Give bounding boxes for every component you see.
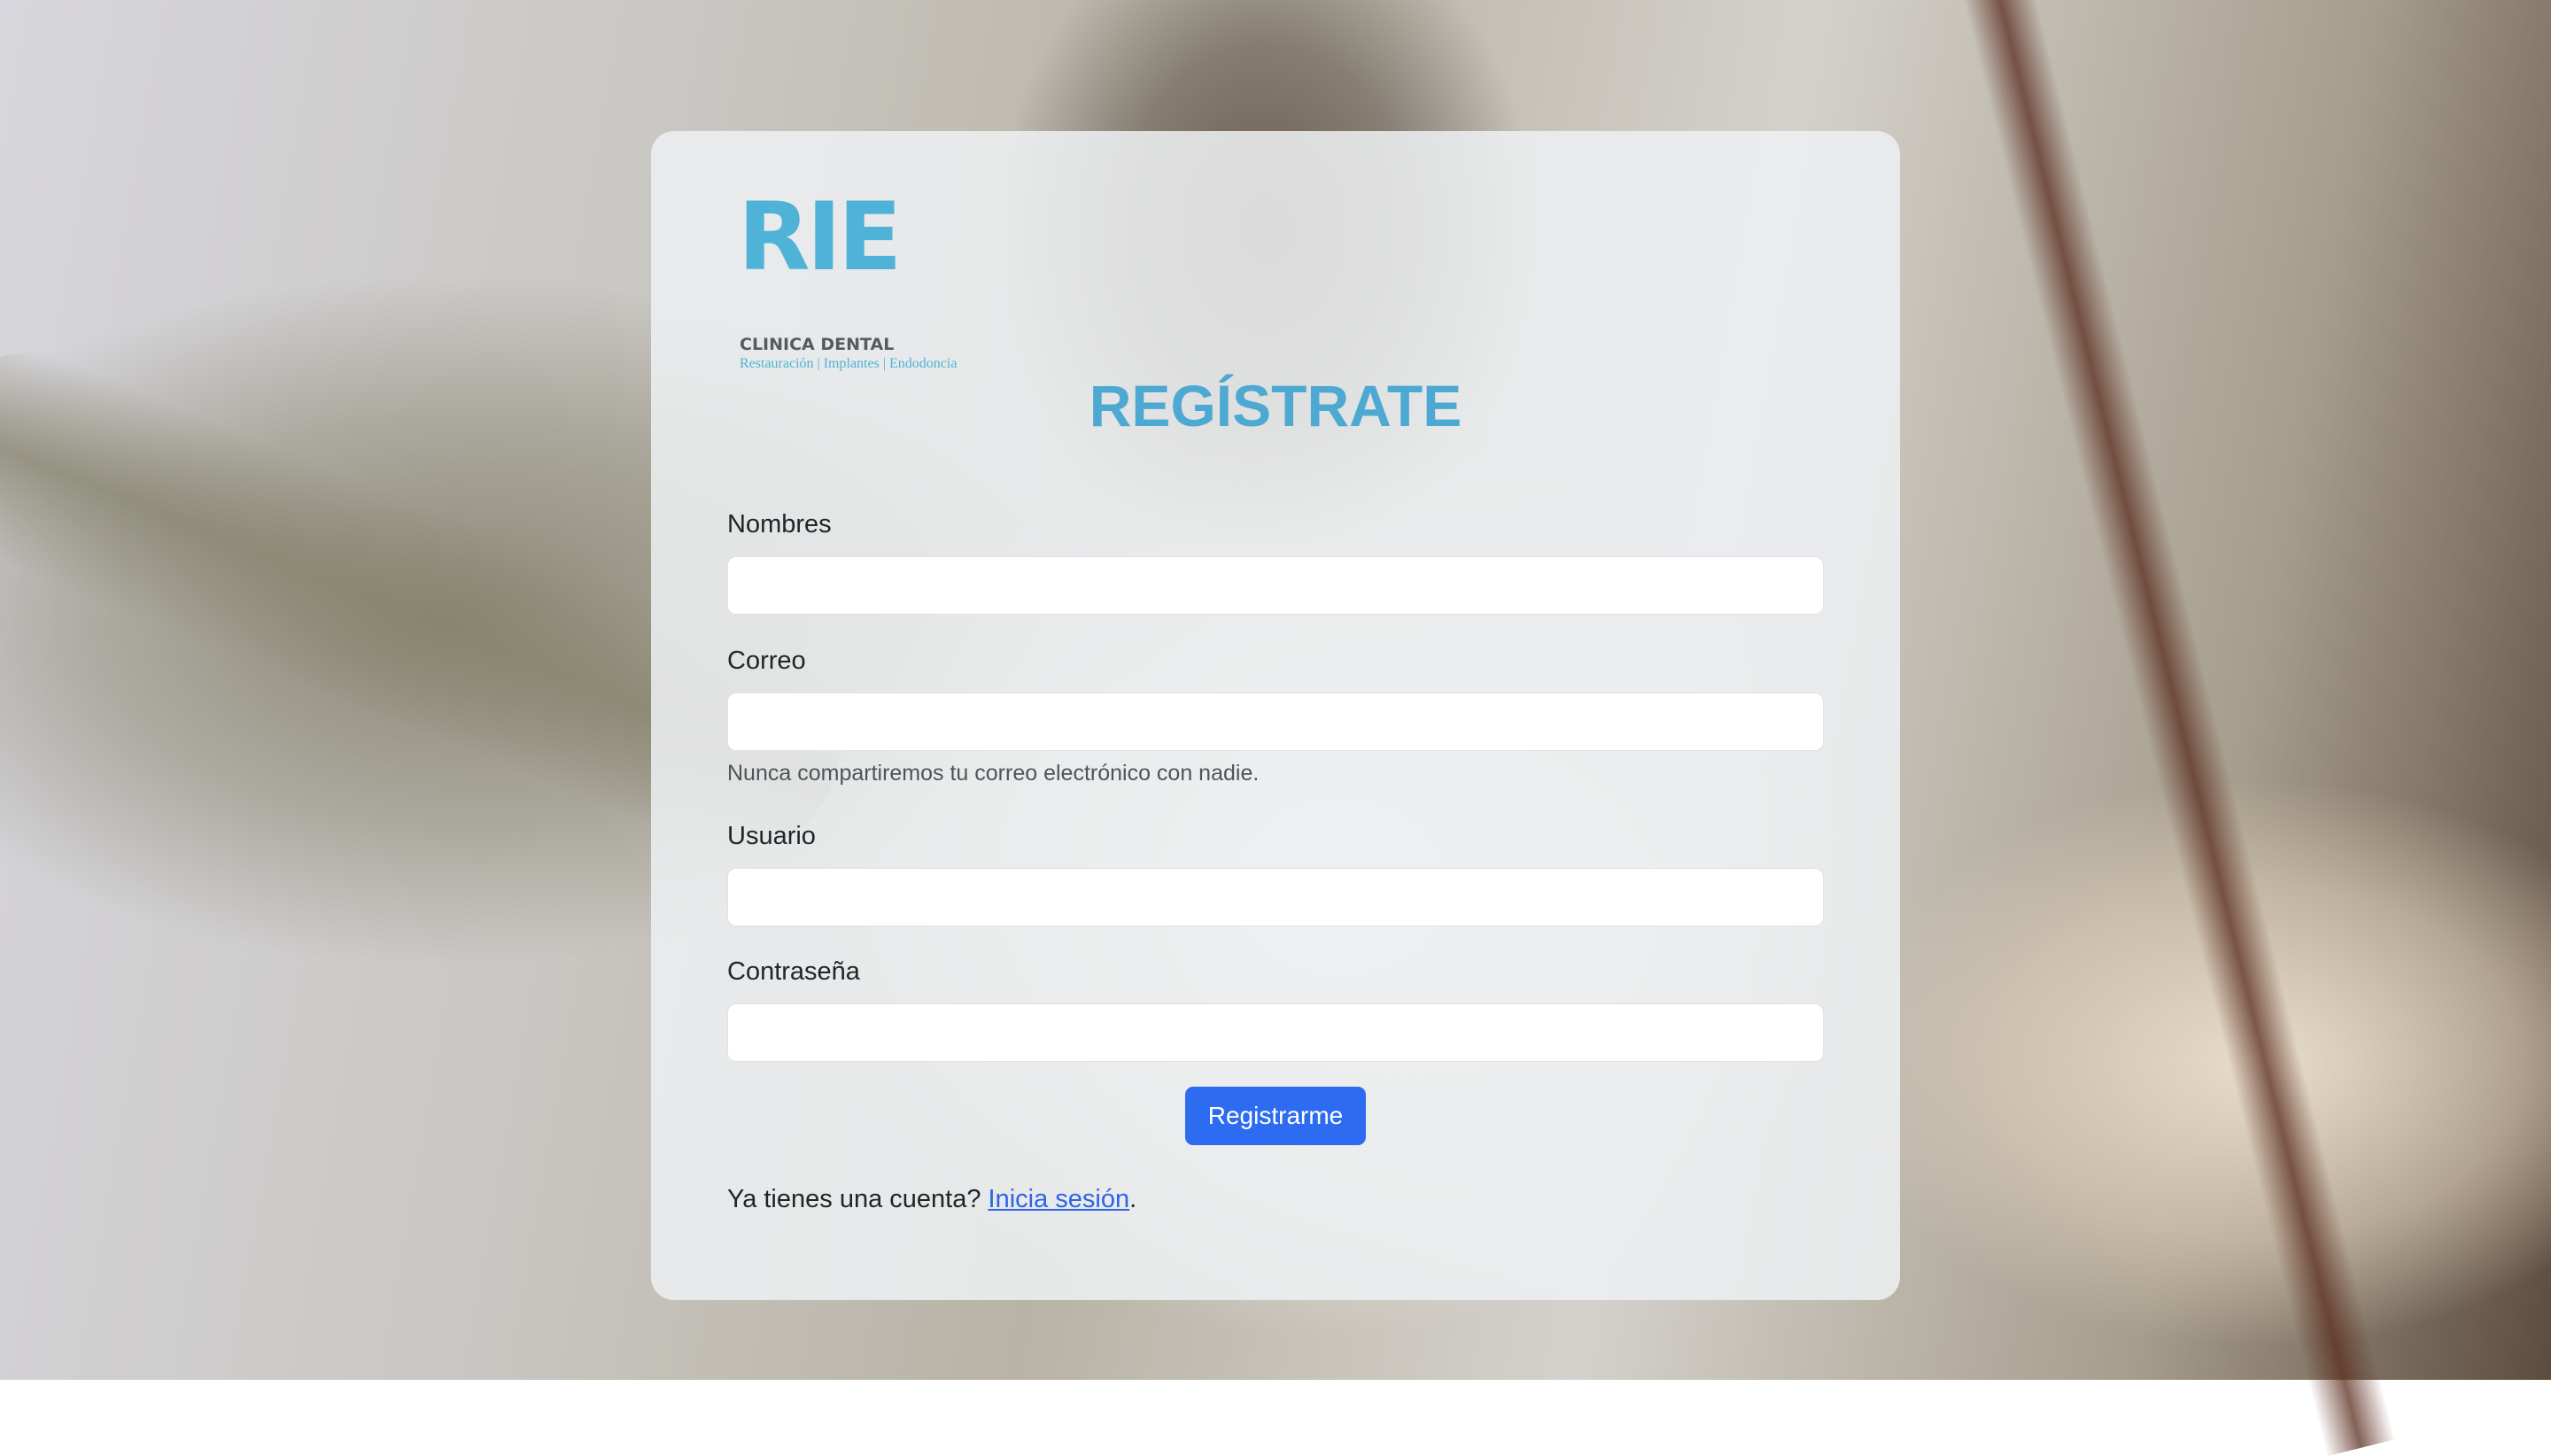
- register-card: RIE CLINICA DENTAL Restauración | Implan…: [651, 131, 1900, 1300]
- login-prompt-suffix: .: [1129, 1185, 1137, 1213]
- usuario-input[interactable]: [727, 868, 1824, 926]
- login-link[interactable]: Inicia sesión: [989, 1185, 1130, 1213]
- correo-label: Correo: [727, 647, 806, 675]
- login-prompt: Ya tienes una cuenta? Inicia sesión.: [727, 1185, 1136, 1214]
- register-button[interactable]: Registrarme: [1185, 1087, 1366, 1145]
- usuario-label: Usuario: [727, 822, 816, 850]
- nombres-label: Nombres: [727, 510, 832, 538]
- contrasena-label: Contraseña: [727, 957, 860, 986]
- page-title: REGÍSTRATE: [1089, 373, 1462, 438]
- clinic-logo: RIE CLINICA DENTAL Restauración | Implan…: [738, 182, 1021, 379]
- logo-mark: RIE: [738, 182, 902, 291]
- logo-name: CLINICA DENTAL: [740, 335, 895, 354]
- correo-help-text: Nunca compartiremos tu correo electrónic…: [727, 761, 1260, 786]
- contrasena-input[interactable]: [727, 1003, 1824, 1062]
- correo-input[interactable]: [727, 693, 1824, 751]
- nombres-input[interactable]: [727, 556, 1824, 615]
- login-prompt-text: Ya tienes una cuenta?: [727, 1185, 989, 1213]
- logo-tagline: Restauración | Implantes | Endodoncia: [740, 356, 958, 371]
